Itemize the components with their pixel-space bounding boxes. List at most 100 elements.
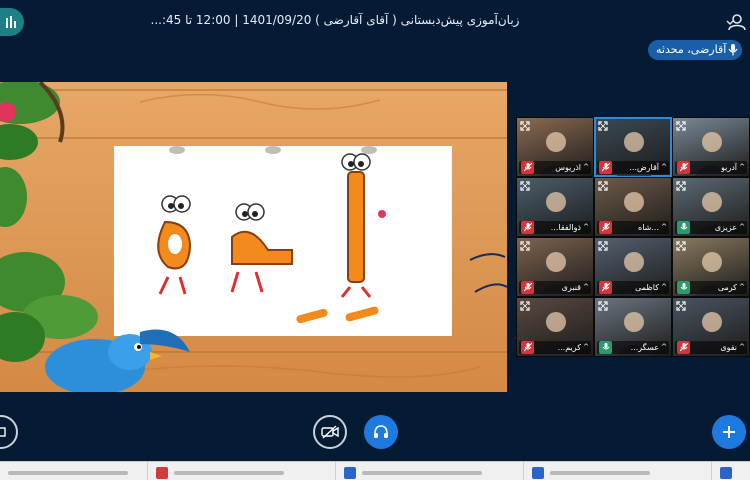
expand-icon[interactable]	[676, 241, 686, 251]
participant-name: عسگر...	[630, 343, 659, 352]
mic-muted-icon	[521, 281, 534, 294]
video-toggle-button[interactable]	[313, 415, 347, 449]
caret-up-icon[interactable]: ^	[661, 161, 667, 174]
participant-name-bar: آدریو ^	[675, 161, 747, 174]
video-off-icon	[321, 425, 339, 439]
caret-up-icon[interactable]: ^	[661, 281, 667, 294]
plus-icon	[723, 426, 735, 438]
participant-name-bar: ...شاه ^	[597, 221, 669, 234]
participant-tile[interactable]: نقوی ^	[672, 297, 750, 357]
taskbar-item-label	[362, 471, 482, 475]
meeting-title: زبان‌آموزی پیش‌دبستانی ( آقای آقارضی ) 1…	[150, 13, 520, 27]
participant-name: کرمی	[717, 283, 737, 292]
expand-icon[interactable]	[598, 241, 608, 251]
caret-up-icon[interactable]: ^	[739, 221, 745, 234]
participant-tile[interactable]: آدریو ^	[672, 117, 750, 177]
participant-tile[interactable]: اذریوس ^	[516, 117, 594, 177]
participant-tile[interactable]: ...شاه ^	[594, 177, 672, 237]
participant-name: ...شاه	[638, 223, 659, 232]
participant-tile[interactable]: عسگر... ^	[594, 297, 672, 357]
caret-up-icon[interactable]: ^	[583, 161, 589, 174]
expand-icon[interactable]	[520, 301, 530, 311]
participant-name-bar: کاظمی ^	[597, 281, 669, 294]
participant-name-bar: کرمی ^	[675, 281, 747, 294]
taskbar-item[interactable]	[0, 462, 148, 480]
app-icon	[720, 467, 732, 479]
mic-icon	[677, 221, 690, 234]
expand-icon[interactable]	[676, 121, 686, 131]
mic-muted-icon	[599, 281, 612, 294]
participant-tile[interactable]: کاظمی ^	[594, 237, 672, 297]
equalizer-icon	[6, 16, 16, 28]
participant-name: آدریو	[720, 163, 737, 172]
top-bar: زبان‌آموزی پیش‌دبستانی ( آقای آقارضی ) 1…	[0, 0, 750, 44]
taskbar-item[interactable]	[148, 462, 336, 480]
participant-tile[interactable]: کریم... ^	[516, 297, 594, 357]
taskbar-item-label	[174, 471, 284, 475]
participant-tile[interactable]: ذوالفقا... ^	[516, 177, 594, 237]
participant-name-bar: نقوی ^	[675, 341, 747, 354]
participant-name-bar: ذوالفقا... ^	[519, 221, 591, 234]
participant-tile[interactable]: عزیزی ^	[672, 177, 750, 237]
participant-name-bar: اذریوس ^	[519, 161, 591, 174]
expand-icon[interactable]	[676, 181, 686, 191]
expand-icon[interactable]	[598, 121, 608, 131]
app-icon	[532, 467, 544, 479]
participant-name: آقارض...	[629, 163, 659, 172]
mic-muted-icon	[677, 161, 690, 174]
caret-up-icon[interactable]: ^	[661, 341, 667, 354]
mic-muted-icon	[677, 341, 690, 354]
caret-up-icon[interactable]: ^	[739, 341, 745, 354]
expand-icon[interactable]	[676, 301, 686, 311]
participant-name: ذوالفقا...	[550, 223, 581, 232]
taskbar	[0, 461, 750, 480]
participant-name-bar: عزیزی ^	[675, 221, 747, 234]
caret-up-icon[interactable]: ^	[583, 341, 589, 354]
taskbar-item-label	[550, 471, 650, 475]
participant-name: قنبری	[561, 283, 581, 292]
mic-muted-icon	[521, 341, 534, 354]
taskbar-item-label	[8, 471, 128, 475]
session-menu-button[interactable]	[0, 8, 24, 36]
slide-illustration	[0, 82, 507, 392]
participant-tile[interactable]: قنبری ^	[516, 237, 594, 297]
participant-name-bar: آقارض... ^	[597, 161, 669, 174]
caret-up-icon[interactable]: ^	[739, 161, 745, 174]
participant-tile[interactable]: کرمی ^	[672, 237, 750, 297]
expand-icon[interactable]	[598, 301, 608, 311]
user-icon[interactable]	[726, 12, 746, 32]
mic-icon	[677, 281, 690, 294]
add-button[interactable]	[712, 415, 746, 449]
microphone-icon	[728, 44, 738, 56]
headphones-icon	[374, 425, 388, 438]
audio-button[interactable]	[364, 415, 398, 449]
mic-muted-icon	[599, 221, 612, 234]
bottom-controls	[0, 405, 750, 461]
participant-grid: آدریو ^ آقارض... ^ اذریوس ^ عزیزی ^ ...شاه ^ ذوالف…	[516, 117, 750, 357]
expand-icon[interactable]	[520, 181, 530, 191]
mic-muted-icon	[599, 161, 612, 174]
presenter-name: آقارضی، محدثه	[656, 43, 727, 56]
caret-up-icon[interactable]: ^	[739, 281, 745, 294]
participant-tile[interactable]: آقارض... ^	[594, 117, 672, 177]
caret-up-icon[interactable]: ^	[583, 221, 589, 234]
caret-up-icon[interactable]: ^	[661, 221, 667, 234]
actions-button[interactable]	[0, 415, 18, 449]
app-icon	[156, 467, 168, 479]
mic-icon	[599, 341, 612, 354]
taskbar-item[interactable]	[712, 462, 750, 480]
participant-name-bar: عسگر... ^	[597, 341, 669, 354]
expand-icon[interactable]	[598, 181, 608, 191]
participant-name: کاظمی	[635, 283, 659, 292]
presentation-slide	[0, 82, 507, 392]
taskbar-item[interactable]	[524, 462, 712, 480]
share-icon	[0, 427, 6, 437]
caret-up-icon[interactable]: ^	[583, 281, 589, 294]
expand-icon[interactable]	[520, 241, 530, 251]
participant-name: نقوی	[720, 343, 737, 352]
expand-icon[interactable]	[520, 121, 530, 131]
taskbar-item[interactable]	[336, 462, 524, 480]
presenter-badge[interactable]: آقارضی، محدثه	[648, 40, 743, 60]
participant-name: عزیزی	[714, 223, 737, 232]
participant-name-bar: کریم... ^	[519, 341, 591, 354]
